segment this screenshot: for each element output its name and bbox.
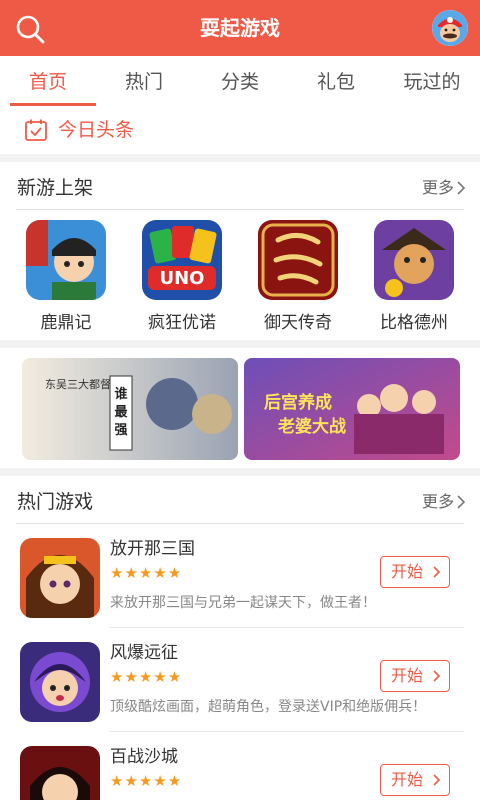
game-icon-bige[interactable] (374, 220, 454, 300)
start-button[interactable]: 开始 (380, 764, 450, 796)
tab-gift[interactable]: 礼包 (288, 56, 384, 108)
tab-hot[interactable]: 热门 (96, 56, 192, 108)
game-icon-uno[interactable]: UNO (142, 220, 222, 300)
more-link[interactable]: 更多 (422, 162, 454, 214)
tab-bar: 首页 热门 分类 礼包 玩过的 (0, 56, 480, 108)
list-item[interactable]: 风爆远征 ★★★★★ 顶级酷炫画面，超萌角色，登录送VIP和绝版佣兵！ 开始 (0, 628, 480, 732)
game-name: 风爆远征 (110, 643, 178, 663)
top-bar: 耍起游戏 (0, 0, 480, 56)
chevron-right-icon[interactable] (456, 495, 466, 509)
chevron-right-icon (433, 774, 441, 786)
tab-home[interactable]: 首页 (0, 56, 96, 108)
game-item[interactable]: 比格德州 (356, 220, 472, 333)
chevron-right-icon (433, 566, 441, 578)
game-name: 疯狂优诺 (148, 313, 216, 333)
svg-text:UNO: UNO (160, 268, 205, 289)
start-label: 开始 (391, 770, 424, 789)
promo-banners: 谁 最 强 东吴三大都督 后宫养成 老婆大战 (0, 348, 480, 468)
tab-played[interactable]: 玩过的 (384, 56, 480, 108)
mario-avatar-icon (432, 10, 468, 46)
game-art-fengbao-icon (20, 642, 100, 722)
headline-bar[interactable]: 今日头条 (0, 108, 480, 154)
section-title: 新游上架 (17, 177, 94, 199)
list-item[interactable]: 百战沙城 ★★★★★ 开始 (0, 732, 480, 800)
calendar-check-icon (25, 119, 47, 141)
section-header: 热门游戏 更多 (0, 476, 480, 524)
start-label: 开始 (391, 666, 424, 685)
svg-text:强: 强 (114, 423, 127, 438)
rating-stars: ★★★★★ (110, 668, 183, 686)
game-desc: 顶级酷炫画面，超萌角色，登录送VIP和绝版佣兵！ (110, 699, 427, 715)
avatar[interactable] (432, 10, 468, 46)
game-item[interactable]: 御天传奇 (240, 220, 356, 333)
game-art-baizhan-icon (20, 746, 100, 800)
chevron-right-icon (433, 670, 441, 682)
start-button[interactable]: 开始 (380, 556, 450, 588)
game-desc: 来放开那三国与兄弟一起谋天下，做王者！ (110, 595, 376, 611)
banner-left[interactable]: 谁 最 强 东吴三大都督 (22, 358, 238, 460)
game-thumb[interactable] (20, 642, 100, 722)
game-grid: 鹿鼎记 UNO 疯狂优诺 御天传奇 比格德州 (0, 220, 480, 333)
banner-right[interactable]: 后宫养成 老婆大战 (244, 358, 460, 460)
list-item[interactable]: 放开那三国 ★★★★★ 来放开那三国与兄弟一起谋天下，做王者！ 开始 (0, 524, 480, 628)
game-art-yutian-icon (258, 220, 338, 300)
start-button[interactable]: 开始 (380, 660, 450, 692)
game-thumb[interactable] (20, 746, 100, 800)
game-name: 御天传奇 (264, 313, 332, 333)
tab-category[interactable]: 分类 (192, 56, 288, 108)
svg-text:东吴三大都督: 东吴三大都督 (45, 377, 111, 391)
more-link[interactable]: 更多 (422, 476, 454, 528)
svg-text:后宫养成: 后宫养成 (264, 392, 332, 413)
svg-text:谁: 谁 (114, 386, 127, 402)
new-games-section: 新游上架 更多 鹿鼎记 UNO 疯狂优诺 御天传奇 比格德州 (0, 162, 480, 340)
game-name: 比格德州 (380, 313, 448, 333)
hot-games-section: 热门游戏 更多 放开那三国 ★★★★★ 来放开那三国与兄弟一起谋天下，做王者！ … (0, 476, 480, 800)
section-title: 热门游戏 (17, 491, 94, 513)
game-art-luding-icon (26, 220, 106, 300)
game-art-bige-icon (374, 220, 454, 300)
game-thumb[interactable] (20, 538, 100, 618)
banner-art-left-icon: 谁 最 强 东吴三大都督 (22, 358, 238, 460)
game-icon-luding[interactable] (26, 220, 106, 300)
divider (16, 209, 464, 210)
start-label: 开始 (391, 562, 424, 581)
app-title: 耍起游戏 (200, 16, 280, 40)
game-art-uno-icon: UNO (142, 220, 222, 300)
game-name: 放开那三国 (110, 539, 195, 559)
headline-label: 今日头条 (58, 119, 135, 141)
game-icon-yutian[interactable] (258, 220, 338, 300)
svg-text:老婆大战: 老婆大战 (277, 416, 346, 437)
section-header: 新游上架 更多 (0, 162, 480, 210)
rating-stars: ★★★★★ (110, 564, 183, 582)
banner-art-right-icon: 后宫养成 老婆大战 (244, 358, 460, 460)
game-item[interactable]: UNO 疯狂优诺 (124, 220, 240, 333)
svg-text:最: 最 (114, 405, 128, 420)
game-art-sanguo-icon (20, 538, 100, 618)
chevron-right-icon[interactable] (456, 181, 466, 195)
game-name: 鹿鼎记 (40, 313, 92, 333)
rating-stars: ★★★★★ (110, 772, 183, 790)
game-item[interactable]: 鹿鼎记 (8, 220, 124, 333)
game-name: 百战沙城 (110, 747, 178, 767)
